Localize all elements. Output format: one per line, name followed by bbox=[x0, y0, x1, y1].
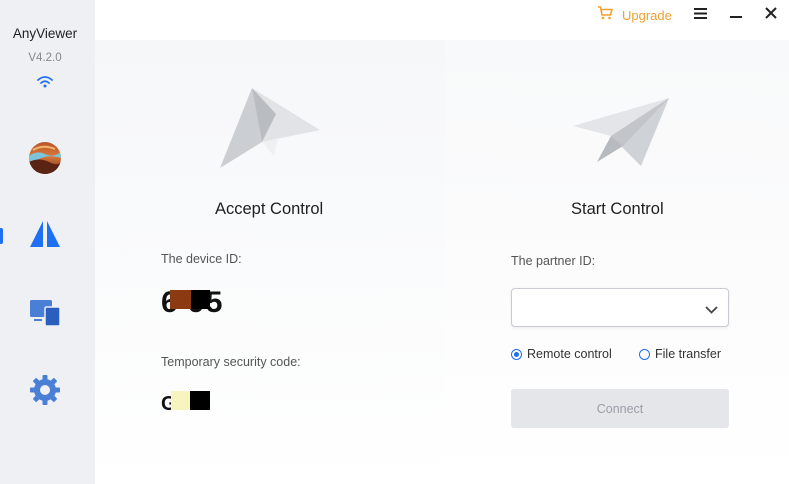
wifi-icon bbox=[36, 74, 54, 93]
redaction-block bbox=[170, 290, 191, 309]
paper-plane-up-icon bbox=[218, 86, 322, 175]
nav-devices[interactable] bbox=[0, 288, 90, 340]
start-control-title: Start Control bbox=[571, 200, 664, 218]
avatar[interactable] bbox=[29, 142, 61, 174]
minimize-icon bbox=[730, 6, 742, 24]
devices-icon bbox=[29, 298, 61, 331]
cart-icon bbox=[597, 5, 613, 25]
accept-control-title: Accept Control bbox=[215, 200, 324, 218]
minimize-button[interactable] bbox=[725, 4, 747, 26]
close-icon bbox=[765, 6, 777, 24]
menu-button[interactable] bbox=[689, 4, 711, 26]
chevron-down-icon[interactable] bbox=[705, 301, 718, 319]
upgrade-label: Upgrade bbox=[622, 7, 672, 23]
partner-id-input[interactable] bbox=[511, 288, 729, 327]
gear-icon bbox=[29, 374, 61, 411]
close-button[interactable] bbox=[760, 4, 782, 26]
connect-button[interactable]: Connect bbox=[511, 389, 729, 428]
radio-button-selected[interactable] bbox=[511, 348, 522, 360]
app-version: V4.2.0 bbox=[28, 52, 62, 64]
partner-id-label: The partner ID: bbox=[511, 254, 596, 268]
device-id-label: The device ID: bbox=[161, 252, 242, 266]
redaction-block bbox=[190, 391, 210, 410]
radio-file-transfer[interactable]: File transfer bbox=[639, 347, 721, 361]
security-code-label: Temporary security code: bbox=[161, 355, 301, 369]
remote-control-icon bbox=[29, 220, 61, 253]
app-title: AnyViewer bbox=[12, 26, 78, 41]
nav-avatar[interactable] bbox=[0, 132, 90, 184]
sidebar: AnyViewer V4.2.0 bbox=[0, 0, 95, 484]
redaction-block bbox=[191, 290, 210, 309]
radio-remote-control[interactable]: Remote control bbox=[511, 347, 612, 361]
nav-settings[interactable] bbox=[0, 366, 90, 418]
upgrade-button[interactable]: Upgrade bbox=[597, 5, 672, 25]
nav-remote-control[interactable] bbox=[0, 210, 90, 262]
redaction-block bbox=[171, 391, 190, 410]
radio-button[interactable] bbox=[639, 348, 650, 360]
menu-icon bbox=[693, 6, 707, 24]
paper-plane-icon bbox=[571, 96, 671, 173]
radio-remote-control-label: Remote control bbox=[527, 347, 612, 361]
radio-file-transfer-label: File transfer bbox=[655, 347, 721, 361]
